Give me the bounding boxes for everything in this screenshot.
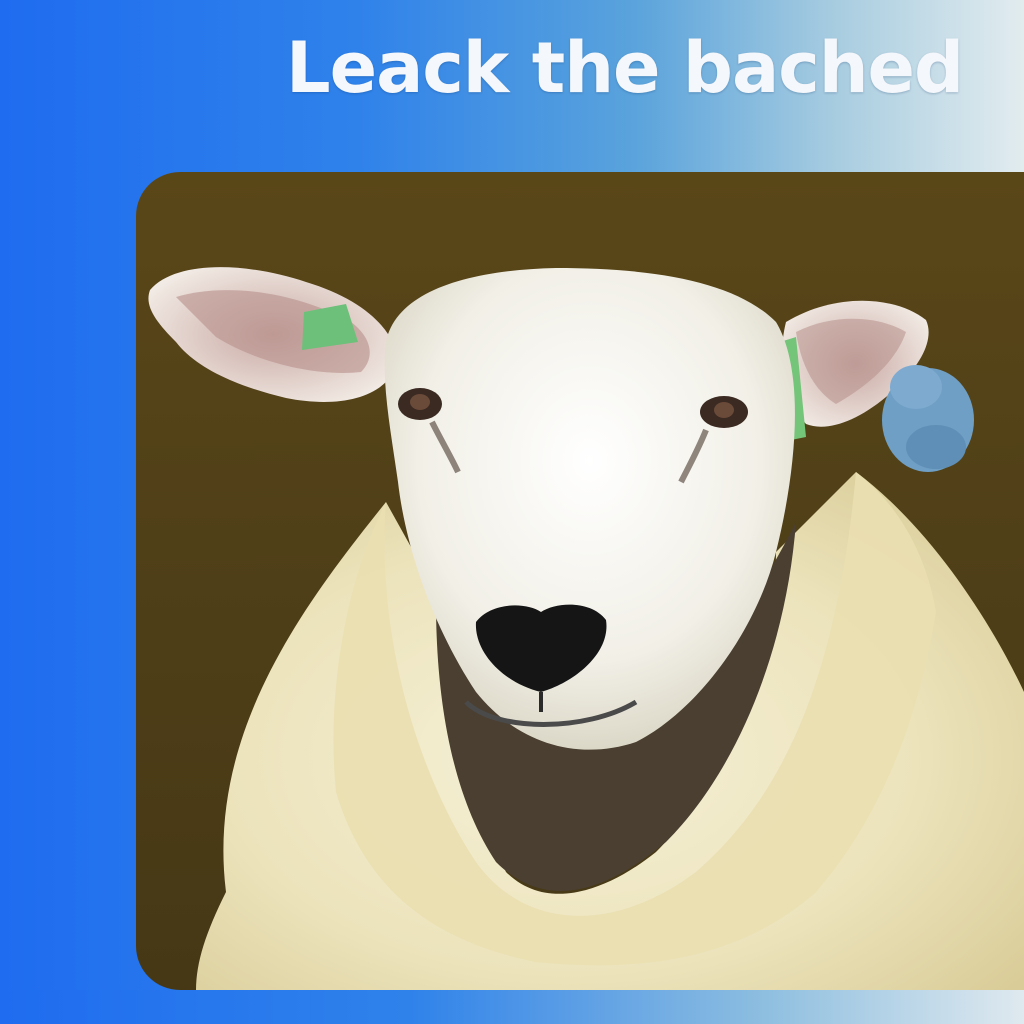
- headline: Leack the bached: [286, 27, 964, 109]
- sheep-photo: [136, 172, 1024, 990]
- bottom-band: [0, 990, 1024, 1024]
- sheep-illustration-icon: [148, 267, 1024, 990]
